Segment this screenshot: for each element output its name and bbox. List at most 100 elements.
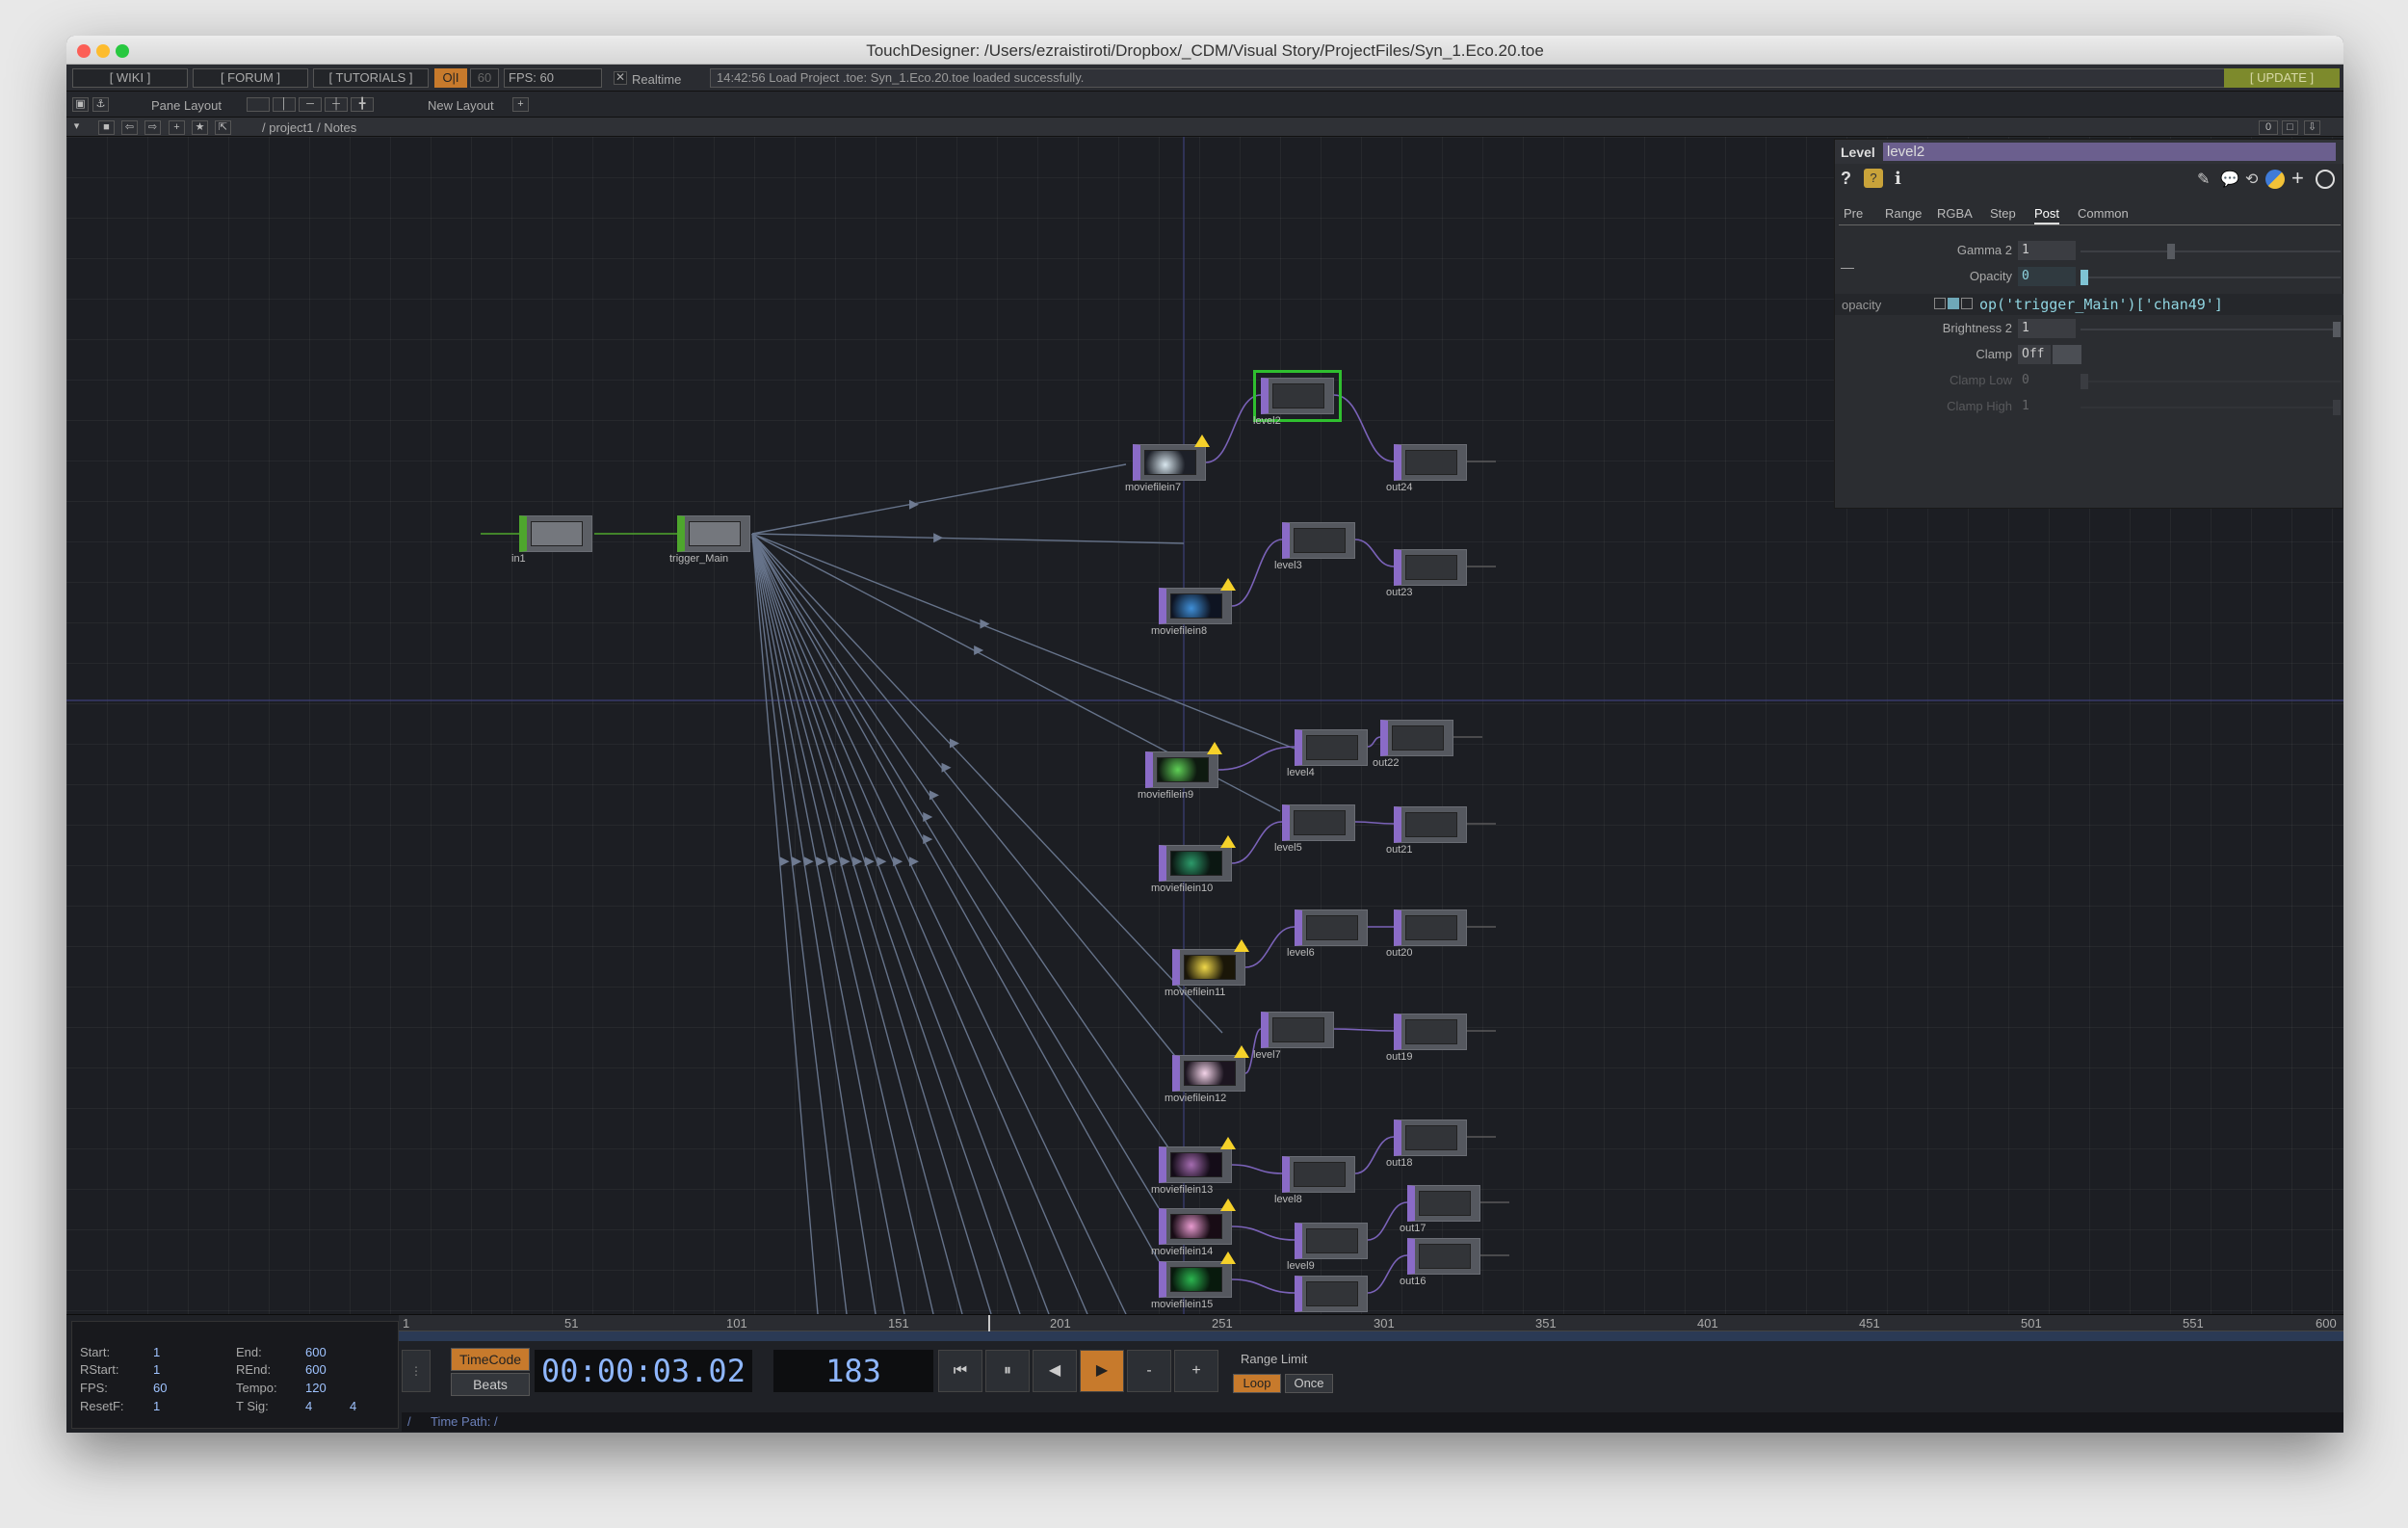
- node-moviefilein14[interactable]: moviefilein14: [1151, 1199, 1236, 1257]
- node-in1[interactable]: in1: [511, 515, 592, 565]
- node-moviefilein11[interactable]: moviefilein11: [1165, 939, 1249, 998]
- expression-mode-icon[interactable]: [1934, 298, 1946, 309]
- node-level3[interactable]: level3: [1274, 522, 1355, 571]
- slider-handle[interactable]: [2333, 322, 2341, 337]
- parent-network-icon[interactable]: ⇱: [215, 120, 231, 135]
- tempo-value[interactable]: 120: [305, 1381, 327, 1395]
- edit-pencil-icon[interactable]: ✎: [2197, 170, 2210, 189]
- pane-menu-icon[interactable]: ⇩: [2304, 120, 2320, 135]
- gamma2-field[interactable]: 1: [2018, 241, 2076, 260]
- layout-split-vertical-button[interactable]: │: [273, 97, 296, 112]
- timeline-options-icon[interactable]: ⋮: [402, 1350, 431, 1392]
- clamp-high-field[interactable]: 1: [2018, 397, 2076, 416]
- node-out24[interactable]: out24: [1386, 444, 1467, 493]
- clamp-low-field[interactable]: 0: [2018, 371, 2076, 390]
- forward-arrow-icon[interactable]: ⇨: [144, 120, 161, 135]
- step-back-icon[interactable]: -: [1127, 1350, 1171, 1392]
- node-level4[interactable]: level4: [1287, 729, 1368, 778]
- opacity-slider[interactable]: [2081, 270, 2341, 285]
- node-out21[interactable]: out21: [1386, 806, 1467, 856]
- slider-handle[interactable]: [2167, 244, 2175, 259]
- clamp-high-slider[interactable]: [2081, 400, 2341, 415]
- loop-button[interactable]: Loop: [1233, 1374, 1281, 1393]
- rewind-icon[interactable]: ⏮: [938, 1350, 982, 1392]
- add-parameter-icon[interactable]: +: [2291, 166, 2304, 191]
- node-out17[interactable]: out17: [1400, 1185, 1480, 1234]
- clamp-toggle-box[interactable]: [2053, 345, 2081, 364]
- brightness2-field[interactable]: 1: [2018, 319, 2076, 338]
- node-out16[interactable]: out16: [1400, 1238, 1480, 1287]
- node-out18[interactable]: out18: [1386, 1120, 1467, 1169]
- node-level2[interactable]: level2: [1253, 370, 1342, 427]
- tab-rgba[interactable]: RGBA: [1937, 206, 1973, 221]
- comment-icon[interactable]: 💬: [2220, 170, 2239, 189]
- node-out22[interactable]: out22: [1373, 720, 1453, 769]
- rend-value[interactable]: 600: [305, 1362, 327, 1377]
- oi-toggle-button[interactable]: O|I: [434, 68, 467, 88]
- gamma2-slider[interactable]: [2081, 244, 2341, 259]
- start-value[interactable]: 1: [153, 1345, 160, 1359]
- node-out20[interactable]: out20: [1386, 909, 1467, 959]
- anchor-icon[interactable]: ⚓: [92, 97, 109, 112]
- beats-button[interactable]: Beats: [451, 1373, 530, 1396]
- playhead[interactable]: [988, 1315, 990, 1331]
- slider-handle[interactable]: [2081, 270, 2088, 285]
- slider-handle[interactable]: [2081, 374, 2088, 389]
- add-icon[interactable]: +: [169, 120, 185, 135]
- realtime-checkbox[interactable]: ✕: [614, 71, 627, 85]
- rstart-value[interactable]: 1: [153, 1362, 160, 1377]
- brightness2-slider[interactable]: [2081, 322, 2341, 337]
- target-icon[interactable]: [2316, 170, 2335, 189]
- node-trigger-main[interactable]: trigger_Main: [669, 515, 750, 565]
- node-moviefilein12[interactable]: moviefilein12: [1165, 1045, 1249, 1104]
- node-out19[interactable]: out19: [1386, 1014, 1467, 1063]
- step-forward-icon[interactable]: +: [1174, 1350, 1218, 1392]
- python-help-icon[interactable]: ?: [1864, 169, 1883, 188]
- stop-icon[interactable]: ■: [98, 120, 115, 135]
- expression-mode-active-icon[interactable]: [1948, 298, 1959, 309]
- fps-limit-field[interactable]: 60: [470, 68, 499, 88]
- time-path[interactable]: Time Path: /: [431, 1414, 498, 1429]
- network-path[interactable]: / project1 / Notes: [262, 120, 356, 135]
- expression-icon[interactable]: ⟲: [2245, 170, 2258, 189]
- opacity-field[interactable]: 0: [2018, 267, 2076, 286]
- resetf-value[interactable]: 1: [153, 1399, 160, 1413]
- node-level6[interactable]: level6: [1287, 909, 1368, 959]
- once-button[interactable]: Once: [1285, 1374, 1333, 1393]
- pane-image-icon[interactable]: ▣: [72, 97, 89, 112]
- fps-value[interactable]: 60: [153, 1381, 167, 1395]
- play-reverse-icon[interactable]: ◀: [1033, 1350, 1077, 1392]
- node-level5[interactable]: level5: [1274, 804, 1355, 854]
- add-layout-button[interactable]: +: [512, 97, 529, 112]
- info-icon[interactable]: i: [1895, 169, 1901, 189]
- clamp-low-slider[interactable]: [2081, 374, 2341, 389]
- frame-display[interactable]: 183: [773, 1350, 933, 1392]
- node-moviefilein15[interactable]: moviefilein15: [1151, 1251, 1236, 1310]
- node-moviefilein8[interactable]: moviefilein8: [1151, 578, 1236, 637]
- back-arrow-icon[interactable]: ⇦: [121, 120, 138, 135]
- play-forward-icon[interactable]: ▶: [1080, 1350, 1124, 1392]
- layout-four-pane-button[interactable]: ╋: [351, 97, 374, 112]
- end-value[interactable]: 600: [305, 1345, 327, 1359]
- tab-pre[interactable]: Pre: [1844, 206, 1863, 221]
- tab-common[interactable]: Common: [2078, 206, 2129, 221]
- maximize-pane-icon[interactable]: □: [2282, 120, 2298, 135]
- tsig-numerator[interactable]: 4: [305, 1399, 312, 1413]
- slider-handle[interactable]: [2333, 400, 2341, 415]
- update-button[interactable]: [ UPDATE ]: [2224, 68, 2340, 88]
- node-level7[interactable]: level7: [1253, 1012, 1334, 1061]
- node-level8[interactable]: level8: [1274, 1156, 1355, 1205]
- node-level9[interactable]: level9: [1287, 1223, 1368, 1272]
- frame-ruler[interactable]: 1 51 101 151 201 251 301 351 401 451 501…: [399, 1315, 2343, 1331]
- network-editor[interactable]: in1 trigger_Main level2 level3 level4 le…: [66, 137, 2343, 1314]
- node-moviefilein9[interactable]: moviefilein9: [1138, 742, 1222, 801]
- timeline-scrollbar[interactable]: [399, 1331, 2343, 1341]
- tsig-denominator[interactable]: 4: [350, 1399, 356, 1413]
- expression-mode-icon[interactable]: [1961, 298, 1973, 309]
- opacity-expression-field[interactable]: op('trigger_Main')['chan49']: [1979, 296, 2223, 313]
- forum-button[interactable]: [ FORUM ]: [193, 68, 308, 88]
- node-moviefilein7[interactable]: moviefilein7: [1125, 435, 1210, 493]
- operator-name-field[interactable]: level2: [1883, 143, 2336, 161]
- timecode-button[interactable]: TimeCode: [451, 1348, 530, 1371]
- tutorials-button[interactable]: [ TUTORIALS ]: [313, 68, 429, 88]
